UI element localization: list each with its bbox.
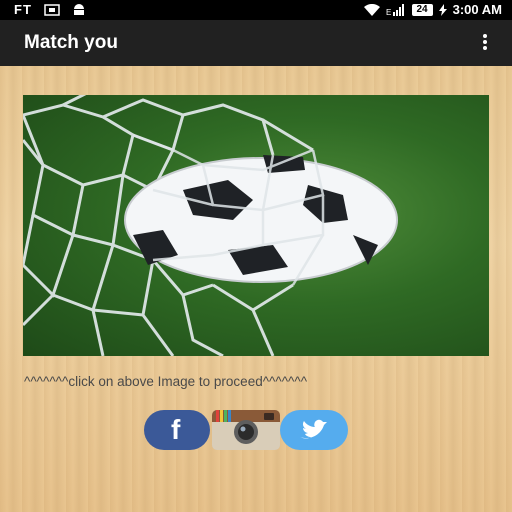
proceed-hint-text: ^^^^^^^click on above Image to proceed^^… bbox=[24, 374, 308, 389]
app-title: Match you bbox=[24, 32, 118, 53]
charging-icon bbox=[438, 3, 447, 16]
status-bar: FT E 24 3:00 AM bbox=[0, 0, 512, 20]
overflow-menu-icon[interactable] bbox=[480, 32, 490, 54]
battery-icon: 24 bbox=[411, 3, 433, 16]
soccer-ball-in-net-image[interactable] bbox=[23, 95, 489, 356]
twitter-bird-icon bbox=[300, 419, 327, 439]
signal-icon: E bbox=[386, 3, 404, 16]
facebook-icon: f bbox=[171, 414, 181, 445]
android-icon bbox=[73, 4, 84, 15]
instagram-icon bbox=[212, 410, 280, 450]
clock: 3:00 AM bbox=[452, 2, 502, 17]
facebook-button[interactable]: f bbox=[144, 410, 210, 450]
twitter-button[interactable] bbox=[280, 410, 348, 450]
svg-text:E: E bbox=[386, 8, 391, 16]
app-bar: Match you bbox=[0, 20, 512, 66]
wifi-icon bbox=[363, 3, 380, 16]
screenshot-icon bbox=[44, 3, 60, 16]
carrier-label: FT bbox=[14, 2, 32, 17]
instagram-button[interactable] bbox=[212, 410, 280, 450]
